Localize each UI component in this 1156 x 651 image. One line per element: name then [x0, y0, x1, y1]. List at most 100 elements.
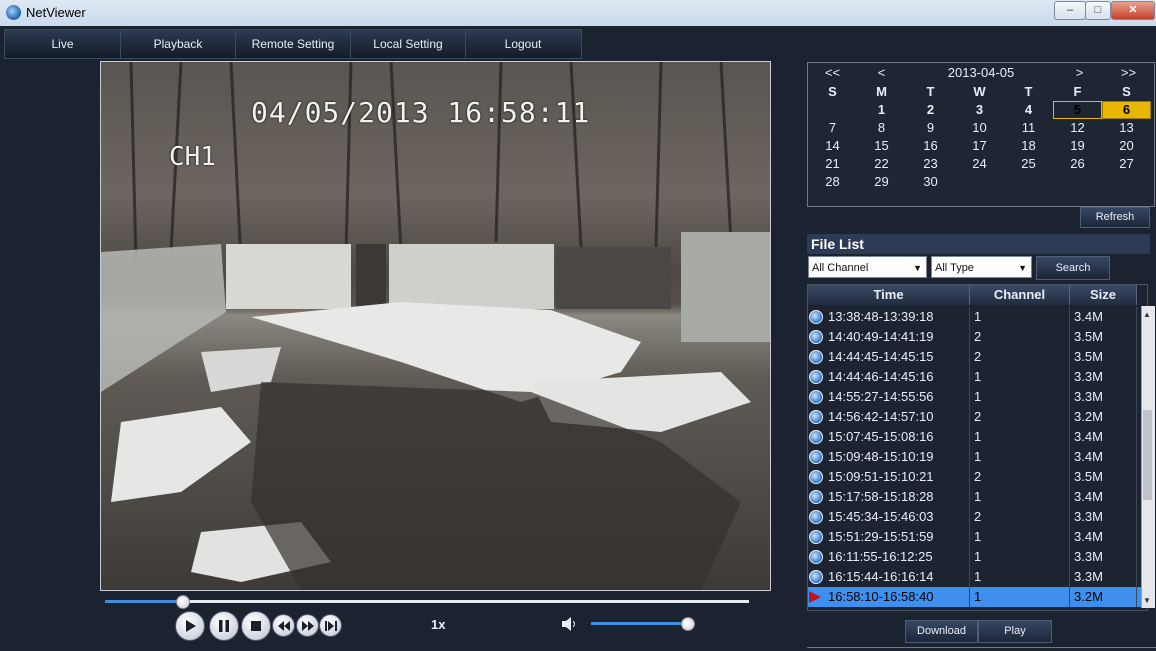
- chevron-down-icon: ▼: [1018, 263, 1027, 273]
- calendar: << < 2013-04-05 > >> S M T W T F S 1 2 3 4 5 6 7 8 9 10 1…: [807, 62, 1155, 207]
- window-title: NetViewer: [26, 5, 86, 20]
- row-channel: 1: [974, 527, 1070, 547]
- slow-button[interactable]: [272, 614, 295, 637]
- table-row[interactable]: 15:17:58-15:18:28 1 3.4M: [808, 487, 1147, 507]
- table-row[interactable]: 15:09:51-15:10:21 2 3.5M: [808, 467, 1147, 487]
- calendar-day[interactable]: 9: [906, 120, 955, 135]
- calendar-day[interactable]: 28: [808, 174, 857, 189]
- calendar-day[interactable]: 5: [1053, 101, 1102, 119]
- volume-thumb[interactable]: [681, 617, 695, 631]
- stop-button[interactable]: [241, 611, 271, 641]
- table-row[interactable]: 14:44:45-14:45:15 2 3.5M: [808, 347, 1147, 367]
- playback-progress-bar[interactable]: [105, 595, 749, 609]
- video-player[interactable]: 04/05/2013 16:58:11 CH1: [100, 61, 771, 591]
- row-size: 3.2M: [1074, 407, 1137, 427]
- column-header-channel[interactable]: Channel: [970, 285, 1070, 305]
- row-channel: 1: [974, 587, 1070, 607]
- prev-month-button[interactable]: <: [857, 65, 906, 80]
- row-size: 3.3M: [1074, 367, 1137, 387]
- download-button[interactable]: Download: [905, 620, 978, 643]
- calendar-day[interactable]: 26: [1053, 156, 1102, 171]
- step-frame-button[interactable]: [319, 614, 342, 637]
- nav-logout[interactable]: Logout: [466, 30, 580, 58]
- row-size: 3.3M: [1074, 387, 1137, 407]
- record-file-icon: [809, 470, 823, 484]
- calendar-day[interactable]: 24: [955, 156, 1004, 171]
- play-file-button[interactable]: Play: [978, 620, 1052, 643]
- pause-button[interactable]: [209, 611, 239, 641]
- calendar-day[interactable]: 7: [808, 120, 857, 135]
- table-row[interactable]: 16:11:55-16:12:25 1 3.3M: [808, 547, 1147, 567]
- table-row[interactable]: 14:44:46-14:45:16 1 3.3M: [808, 367, 1147, 387]
- volume-icon[interactable]: [561, 616, 579, 636]
- row-channel: 2: [974, 407, 1070, 427]
- nav-remote-setting[interactable]: Remote Setting: [236, 30, 351, 58]
- calendar-day[interactable]: 21: [808, 156, 857, 171]
- table-row[interactable]: 13:38:48-13:39:18 1 3.4M: [808, 307, 1147, 327]
- channel-filter-select[interactable]: All Channel ▼: [808, 256, 927, 278]
- calendar-day[interactable]: 13: [1102, 120, 1151, 135]
- refresh-button[interactable]: Refresh: [1080, 207, 1150, 228]
- calendar-day[interactable]: 27: [1102, 156, 1151, 171]
- maximize-button[interactable]: □: [1085, 1, 1111, 20]
- table-row[interactable]: 14:55:27-14:55:56 1 3.3M: [808, 387, 1147, 407]
- calendar-day[interactable]: 11: [1004, 120, 1053, 135]
- calendar-day[interactable]: 4: [1004, 102, 1053, 117]
- record-file-icon: [809, 510, 823, 524]
- table-row[interactable]: 15:51:29-15:51:59 1 3.4M: [808, 527, 1147, 547]
- table-row[interactable]: 14:40:49-14:41:19 2 3.5M: [808, 327, 1147, 347]
- nav-live[interactable]: Live: [5, 30, 121, 58]
- close-button[interactable]: ✕: [1111, 1, 1155, 20]
- scroll-down-icon[interactable]: ▼: [1143, 596, 1151, 605]
- weekday-header: M: [876, 84, 887, 99]
- calendar-day[interactable]: 25: [1004, 156, 1053, 171]
- row-time: 15:45:34-15:46:03: [828, 507, 970, 527]
- next-month-button[interactable]: >: [1055, 65, 1104, 80]
- calendar-day[interactable]: 2: [906, 102, 955, 117]
- file-list-title: File List: [807, 234, 1150, 254]
- nav-local-setting[interactable]: Local Setting: [351, 30, 466, 58]
- minimize-button[interactable]: –: [1054, 1, 1086, 20]
- next-year-button[interactable]: >>: [1104, 65, 1153, 80]
- volume-slider[interactable]: [591, 622, 687, 625]
- fast-button[interactable]: [296, 614, 319, 637]
- calendar-day[interactable]: 1: [857, 102, 906, 117]
- calendar-day[interactable]: 15: [857, 138, 906, 153]
- table-row[interactable]: 14:56:42-14:57:10 2 3.2M: [808, 407, 1147, 427]
- scrollbar-thumb[interactable]: [1143, 410, 1152, 500]
- calendar-day[interactable]: 29: [857, 174, 906, 189]
- calendar-day[interactable]: 8: [857, 120, 906, 135]
- calendar-day[interactable]: 23: [906, 156, 955, 171]
- calendar-day[interactable]: 14: [808, 138, 857, 153]
- row-time: 16:15:44-16:16:14: [828, 567, 970, 587]
- calendar-day[interactable]: 16: [906, 138, 955, 153]
- calendar-day[interactable]: 17: [955, 138, 1004, 153]
- scroll-up-icon[interactable]: ▲: [1143, 310, 1151, 319]
- weekday-header: S: [1122, 84, 1131, 99]
- search-button[interactable]: Search: [1036, 256, 1110, 280]
- calendar-day[interactable]: 19: [1053, 138, 1102, 153]
- weekday-header: T: [1024, 84, 1033, 99]
- calendar-day[interactable]: 6: [1102, 101, 1151, 119]
- type-filter-select[interactable]: All Type ▼: [931, 256, 1032, 278]
- calendar-day[interactable]: 3: [955, 102, 1004, 117]
- play-button[interactable]: [175, 611, 205, 641]
- calendar-day[interactable]: 18: [1004, 138, 1053, 153]
- nav-playback[interactable]: Playback: [121, 30, 236, 58]
- table-row[interactable]: 16:58:10-16:58:40 1 3.2M: [808, 587, 1147, 607]
- record-file-icon: [809, 490, 823, 504]
- progress-thumb[interactable]: [176, 595, 190, 609]
- calendar-day[interactable]: 22: [857, 156, 906, 171]
- table-row[interactable]: 15:09:48-15:10:19 1 3.4M: [808, 447, 1147, 467]
- pause-icon: [219, 620, 229, 632]
- table-row[interactable]: 15:07:45-15:08:16 1 3.4M: [808, 427, 1147, 447]
- calendar-day[interactable]: 12: [1053, 120, 1102, 135]
- calendar-day[interactable]: 20: [1102, 138, 1151, 153]
- calendar-day[interactable]: 30: [906, 174, 955, 189]
- table-row[interactable]: 16:15:44-16:16:14 1 3.3M: [808, 567, 1147, 587]
- table-row[interactable]: 15:45:34-15:46:03 2 3.3M: [808, 507, 1147, 527]
- column-header-time[interactable]: Time: [808, 285, 970, 305]
- prev-year-button[interactable]: <<: [808, 65, 857, 80]
- column-header-size[interactable]: Size: [1070, 285, 1137, 305]
- calendar-day[interactable]: 10: [955, 120, 1004, 135]
